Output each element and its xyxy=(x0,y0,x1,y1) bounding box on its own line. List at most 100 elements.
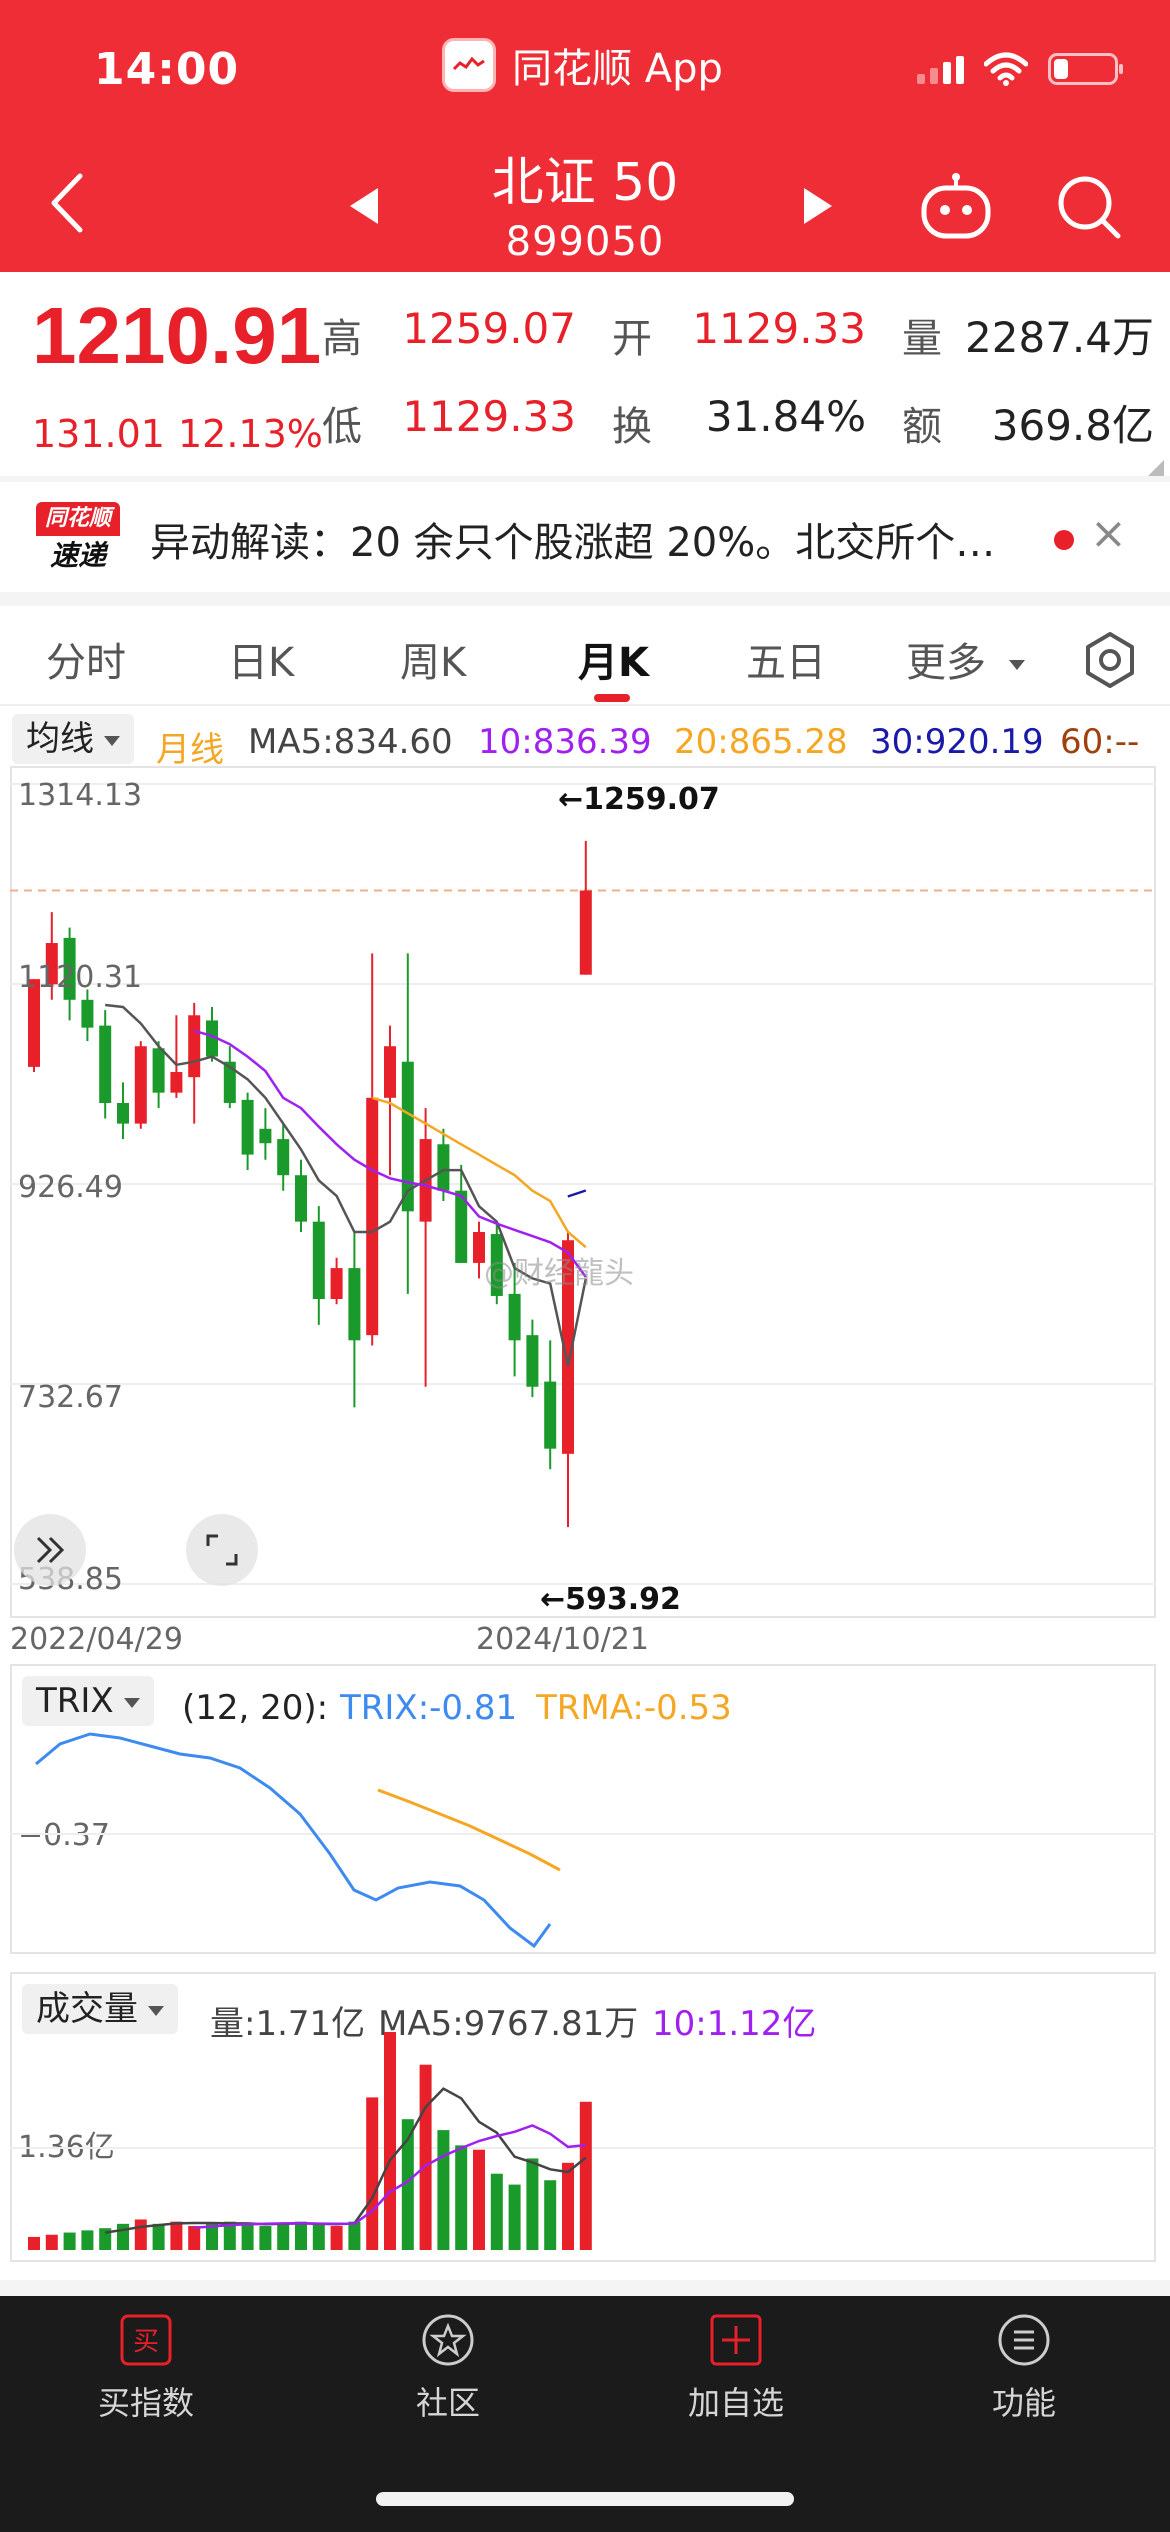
tab-weekly-k[interactable]: 周K xyxy=(400,630,466,688)
index-code: 899050 xyxy=(505,219,665,265)
news-logo-icon: 同花顺 速递 xyxy=(36,502,120,574)
wifi-icon xyxy=(984,52,1028,86)
watermark: @财经龍头 xyxy=(484,1256,634,1291)
candle-body xyxy=(348,1268,361,1341)
ma-line-ma30 xyxy=(567,1189,587,1198)
divider xyxy=(0,2280,1170,2296)
volume-bar xyxy=(384,2032,396,2250)
candle-body xyxy=(526,1335,539,1387)
scroll-right-button[interactable] xyxy=(14,1514,86,1586)
status-time: 14:00 xyxy=(94,44,240,95)
trix-chart xyxy=(10,1732,1156,1949)
ma20-value: 20:865.28 xyxy=(674,722,848,762)
trma-line xyxy=(377,1788,561,1872)
volume-bar xyxy=(134,2219,147,2250)
ma10-value: 10:836.39 xyxy=(478,722,652,762)
home-indicator xyxy=(376,2492,794,2506)
volume-bar xyxy=(277,2223,290,2250)
news-banner[interactable]: 同花顺 速递 异动解读：20 余只个股涨超 20%。北交所个… xyxy=(0,482,1170,592)
news-text[interactable]: 异动解读：20 余只个股涨超 20%。北交所个… xyxy=(150,510,1030,568)
next-index-button[interactable] xyxy=(786,176,846,236)
volume-bar xyxy=(28,2236,40,2250)
app-badge: 同花顺 App xyxy=(442,36,723,94)
functions-label: 功能 xyxy=(991,2384,1056,2422)
volume-bar xyxy=(526,2158,539,2250)
trix-line xyxy=(35,1732,552,1949)
tab-five-day[interactable]: 五日 xyxy=(746,630,826,688)
volume-bar xyxy=(259,2226,272,2250)
chevron-down-icon xyxy=(1008,660,1025,670)
candle-body xyxy=(170,1072,183,1093)
price-change-pct: 12.13% xyxy=(178,412,323,456)
volume-bar xyxy=(508,2184,521,2250)
high-label: 高 xyxy=(322,316,362,362)
robot-assistant-icon[interactable] xyxy=(918,172,994,242)
volume-bar xyxy=(330,2226,343,2250)
y-axis-label: 732.67 xyxy=(18,1380,123,1415)
svg-text:买: 买 xyxy=(133,2327,159,2357)
low-value: 1129.33 xyxy=(402,392,576,441)
tab-more-label: 更多 xyxy=(906,640,986,686)
volume-bar xyxy=(579,2101,592,2250)
fullscreen-button[interactable] xyxy=(186,1514,258,1586)
unread-dot-icon xyxy=(1054,530,1074,550)
candle-body xyxy=(579,890,592,975)
candle-body xyxy=(508,1293,521,1341)
community-button[interactable]: 社区 xyxy=(348,2312,548,2424)
volume-bar xyxy=(170,2221,183,2250)
kline-chart[interactable] xyxy=(10,766,1156,1618)
menu-icon xyxy=(996,2312,1052,2368)
ma-selector[interactable]: 均线 xyxy=(12,714,134,764)
amount-label: 额 xyxy=(902,404,942,450)
period-tabs: 分时 日K 周K 月K 五日 更多 xyxy=(0,606,1170,706)
candle-body xyxy=(277,1139,290,1176)
app-logo-icon xyxy=(442,38,496,92)
add-watchlist-button[interactable]: 加自选 xyxy=(636,2312,836,2424)
news-logo-top: 同花顺 xyxy=(36,502,120,536)
news-logo-bottom: 速递 xyxy=(49,539,106,572)
news-close-button[interactable]: × xyxy=(1090,508,1127,559)
buy-index-button[interactable]: 买 买指数 xyxy=(46,2312,246,2424)
candle-body xyxy=(134,1046,147,1124)
open-value: 1129.33 xyxy=(692,304,866,353)
ma-legend-row: 均线 月线 MA5:834.60 10:836.39 20:865.28 30:… xyxy=(0,708,1170,770)
volume-bar xyxy=(81,2230,94,2250)
volume-bar xyxy=(152,2223,165,2250)
search-icon[interactable] xyxy=(1054,172,1124,242)
battery-icon xyxy=(1048,53,1123,85)
volume-label: 量 xyxy=(902,316,942,362)
tab-more[interactable]: 更多 xyxy=(906,630,1025,688)
app-name: 同花顺 App xyxy=(512,46,723,92)
min-price-annotation: ←593.92 xyxy=(540,1582,681,1617)
volume-bar xyxy=(455,2145,468,2250)
chevron-down-icon xyxy=(104,735,120,746)
expand-corner-icon[interactable] xyxy=(1148,460,1164,476)
ma60-value: 60:-- xyxy=(1060,722,1140,762)
high-value: 1259.07 xyxy=(402,304,576,353)
double-chevron-right-icon xyxy=(36,1536,65,1564)
functions-button[interactable]: 功能 xyxy=(924,2312,1124,2424)
max-price-annotation: ←1259.07 xyxy=(558,782,720,817)
volume-bar xyxy=(117,2223,129,2250)
volume-bar xyxy=(188,2226,201,2250)
volume-bar xyxy=(63,2232,76,2250)
volume-bar xyxy=(312,2223,325,2250)
tab-monthly-k[interactable]: 月K xyxy=(578,630,649,688)
volume-bar xyxy=(241,2223,254,2250)
candle-body xyxy=(241,1099,254,1155)
tab-intraday[interactable]: 分时 xyxy=(46,630,126,688)
chart-settings-icon[interactable] xyxy=(1080,630,1140,690)
add-watchlist-label: 加自选 xyxy=(687,2384,784,2422)
candle-body xyxy=(312,1221,325,1300)
tab-daily-k[interactable]: 日K xyxy=(228,630,294,688)
back-button[interactable] xyxy=(40,168,100,238)
turnover-label: 换 xyxy=(612,404,652,450)
quote-panel: 1210.91 131.01 12.13% 高 1259.07 低 1129.3… xyxy=(0,272,1170,482)
volume-bar xyxy=(562,2162,574,2250)
volume-bar xyxy=(544,2180,557,2250)
amount-value: 369.8亿 xyxy=(991,401,1154,450)
candle-body xyxy=(384,1046,396,1098)
price-change: 131.01 xyxy=(32,412,165,456)
volume-bar xyxy=(348,2221,361,2250)
candle-body xyxy=(437,1144,450,1191)
